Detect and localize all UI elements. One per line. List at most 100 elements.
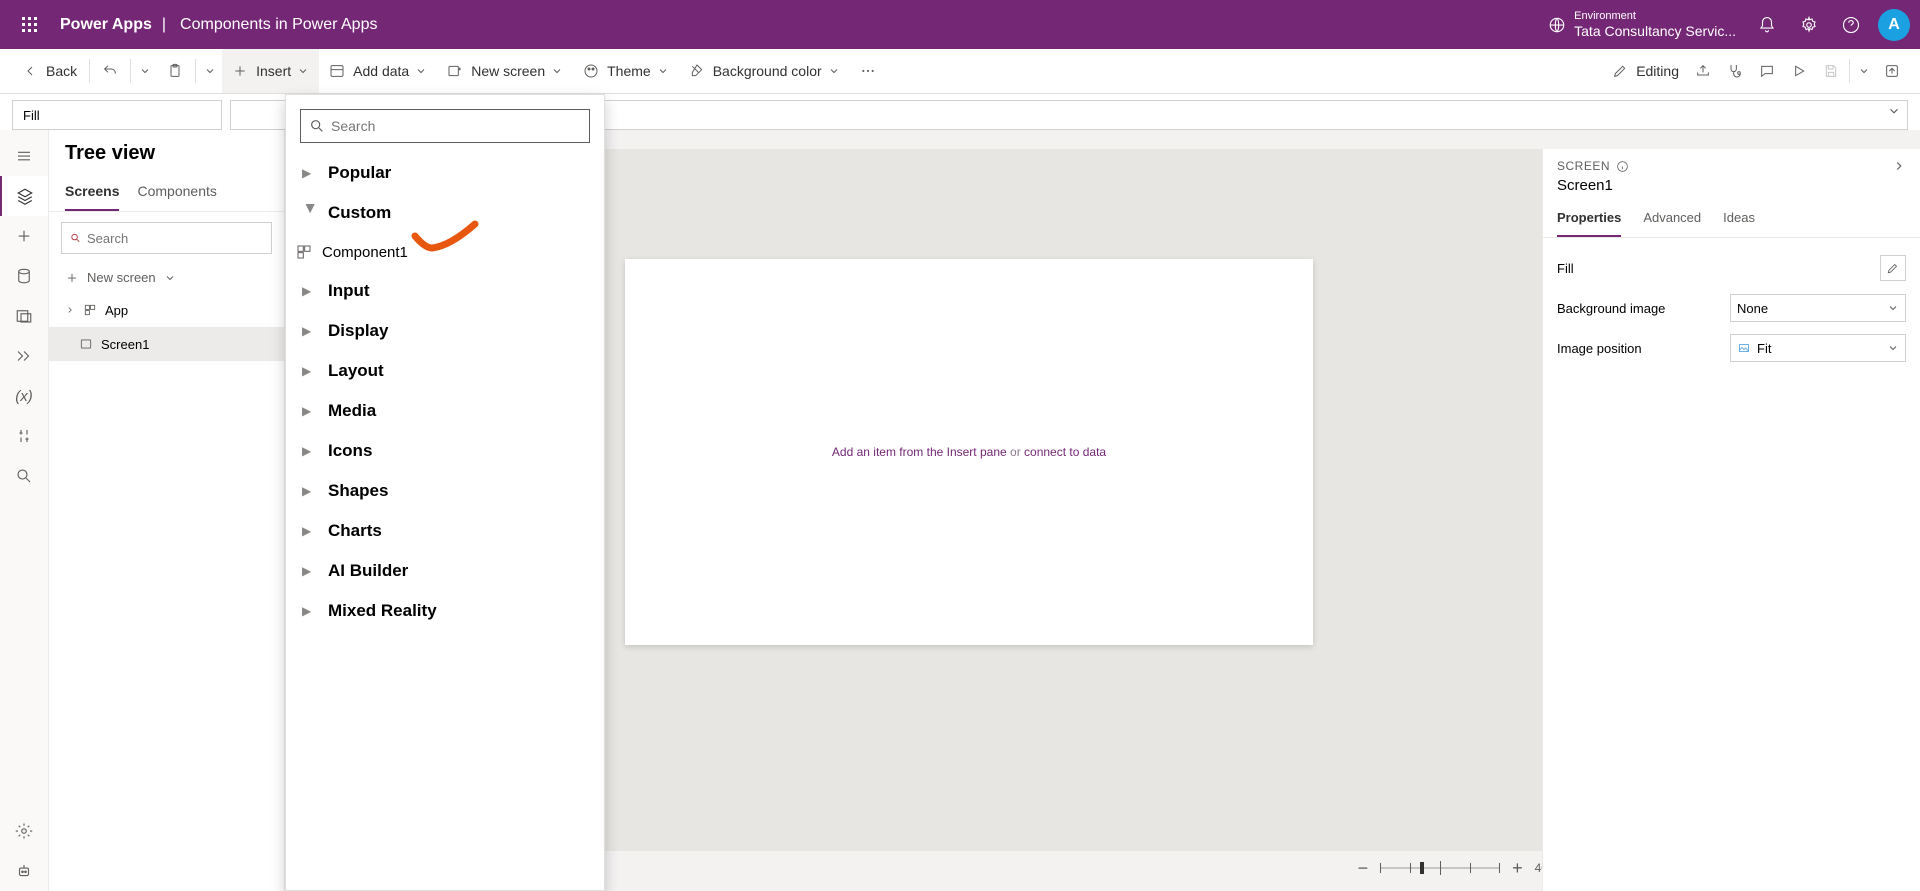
img-pos-dropdown[interactable]: Fit — [1730, 334, 1906, 362]
help-button[interactable] — [1830, 5, 1872, 45]
prop-fill-label: Fill — [1557, 261, 1574, 276]
formula-expand-button[interactable] — [1887, 104, 1901, 118]
search-rail-button[interactable] — [0, 456, 48, 496]
app-name[interactable]: Power Apps — [56, 16, 152, 34]
tab-properties[interactable]: Properties — [1557, 202, 1621, 237]
env-label: Environment — [1574, 10, 1736, 23]
tree-view-button[interactable] — [0, 176, 48, 216]
editing-mode-button[interactable]: Editing — [1604, 49, 1687, 93]
variables-rail-button[interactable]: (x) — [0, 376, 48, 416]
insert-search-input[interactable] — [331, 118, 581, 134]
tree-search[interactable] — [61, 222, 272, 254]
new-screen-row[interactable]: New screen — [49, 264, 284, 291]
tools-rail-button[interactable] — [0, 416, 48, 456]
power-automate-rail-button[interactable] — [0, 336, 48, 376]
tree-item-app[interactable]: App — [49, 293, 284, 327]
back-button[interactable]: Back — [12, 49, 87, 93]
bot-icon — [15, 862, 33, 880]
save-button[interactable] — [1815, 49, 1847, 93]
insert-button[interactable]: Insert — [222, 49, 319, 93]
insert-search[interactable] — [300, 109, 590, 143]
paste-button[interactable] — [157, 49, 193, 93]
clipboard-icon — [167, 63, 183, 79]
flow-icon — [15, 347, 33, 365]
dd-category-custom[interactable]: ▶Custom — [292, 193, 598, 233]
tree-search-input[interactable] — [87, 231, 263, 246]
undo-button[interactable] — [92, 49, 128, 93]
dd-category-ai-builder[interactable]: ▶AI Builder — [292, 551, 598, 591]
zoom-in-button[interactable]: + — [1512, 858, 1523, 879]
preview-button[interactable] — [1783, 49, 1815, 93]
app-checker-button[interactable] — [1719, 49, 1751, 93]
bg-color-button[interactable]: Background color — [679, 49, 850, 93]
tab-screens[interactable]: Screens — [65, 175, 119, 211]
fill-color-picker[interactable] — [1880, 255, 1906, 281]
tab-components[interactable]: Components — [137, 175, 216, 211]
app-launcher-icon[interactable] — [10, 5, 50, 45]
insert-rail-button[interactable] — [0, 216, 48, 256]
settings-button[interactable] — [1788, 5, 1830, 45]
data-rail-button[interactable] — [0, 256, 48, 296]
property-selector[interactable]: Fill — [12, 100, 222, 130]
paste-split-chevron[interactable] — [198, 49, 222, 93]
ask-virtual-agent-button[interactable] — [0, 851, 48, 891]
dd-category-mixed-reality[interactable]: ▶Mixed Reality — [292, 591, 598, 631]
overflow-button[interactable] — [850, 49, 886, 93]
panel-collapse-button[interactable] — [1892, 159, 1906, 173]
theme-button[interactable]: Theme — [573, 49, 679, 93]
chevron-down-icon — [415, 65, 427, 77]
chevron-right-icon: ▶ — [302, 604, 320, 618]
zoom-slider[interactable] — [1380, 867, 1500, 869]
dd-category-input[interactable]: ▶Input — [292, 271, 598, 311]
dd-item-component1[interactable]: Component1 — [292, 233, 598, 271]
hamburger-button[interactable] — [0, 136, 48, 176]
chevron-down-icon — [657, 65, 669, 77]
add-data-button[interactable]: Add data — [319, 49, 437, 93]
design-canvas[interactable]: Add an item from the Insert pane or conn… — [625, 259, 1313, 645]
chevron-right-icon: ▶ — [302, 284, 320, 298]
dd-category-shapes[interactable]: ▶Shapes — [292, 471, 598, 511]
chevron-down-icon — [1887, 342, 1899, 354]
gear-icon — [1800, 16, 1818, 34]
tree-item-screen1[interactable]: Screen1 — [49, 327, 284, 361]
dd-category-icons[interactable]: ▶Icons — [292, 431, 598, 471]
comments-button[interactable] — [1751, 49, 1783, 93]
zoom-out-button[interactable]: − — [1358, 858, 1369, 879]
new-screen-label: New screen — [87, 270, 156, 285]
tab-ideas[interactable]: Ideas — [1723, 202, 1755, 237]
eyedropper-icon — [1886, 261, 1900, 275]
settings-rail-button[interactable] — [0, 811, 48, 851]
dd-category-layout[interactable]: ▶Layout — [292, 351, 598, 391]
chevron-right-icon[interactable] — [65, 305, 79, 315]
palette-icon — [583, 63, 599, 79]
info-icon[interactable] — [1616, 160, 1629, 173]
dd-category-media[interactable]: ▶Media — [292, 391, 598, 431]
environment-picker[interactable]: Environment Tata Consultancy Servic... — [1548, 10, 1736, 39]
media-rail-button[interactable] — [0, 296, 48, 336]
search-icon — [309, 118, 325, 134]
avatar[interactable]: A — [1878, 9, 1910, 41]
tab-advanced[interactable]: Advanced — [1643, 202, 1701, 237]
doc-title[interactable]: Components in Power Apps — [176, 16, 377, 34]
undo-split-chevron[interactable] — [133, 49, 157, 93]
prop-bg-image-label: Background image — [1557, 301, 1665, 316]
notifications-button[interactable] — [1746, 5, 1788, 45]
layers-icon — [16, 187, 34, 205]
new-screen-button[interactable]: New screen — [437, 49, 573, 93]
screen-icon — [79, 337, 95, 351]
undo-icon — [102, 63, 118, 79]
bg-image-dropdown[interactable]: None — [1730, 294, 1906, 322]
dd-category-display[interactable]: ▶Display — [292, 311, 598, 351]
dd-category-charts[interactable]: ▶Charts — [292, 511, 598, 551]
plus-icon — [15, 227, 33, 245]
prop-img-pos-label: Image position — [1557, 341, 1642, 356]
save-split-chevron[interactable] — [1852, 49, 1876, 93]
variable-icon: (x) — [15, 388, 33, 405]
publish-button[interactable] — [1876, 49, 1908, 93]
gear-icon — [15, 822, 33, 840]
tools-icon — [15, 427, 33, 445]
dd-category-popular[interactable]: ▶Popular — [292, 153, 598, 193]
share-button[interactable] — [1687, 49, 1719, 93]
chevron-down-icon — [1887, 302, 1899, 314]
env-value: Tata Consultancy Servic... — [1574, 23, 1736, 39]
